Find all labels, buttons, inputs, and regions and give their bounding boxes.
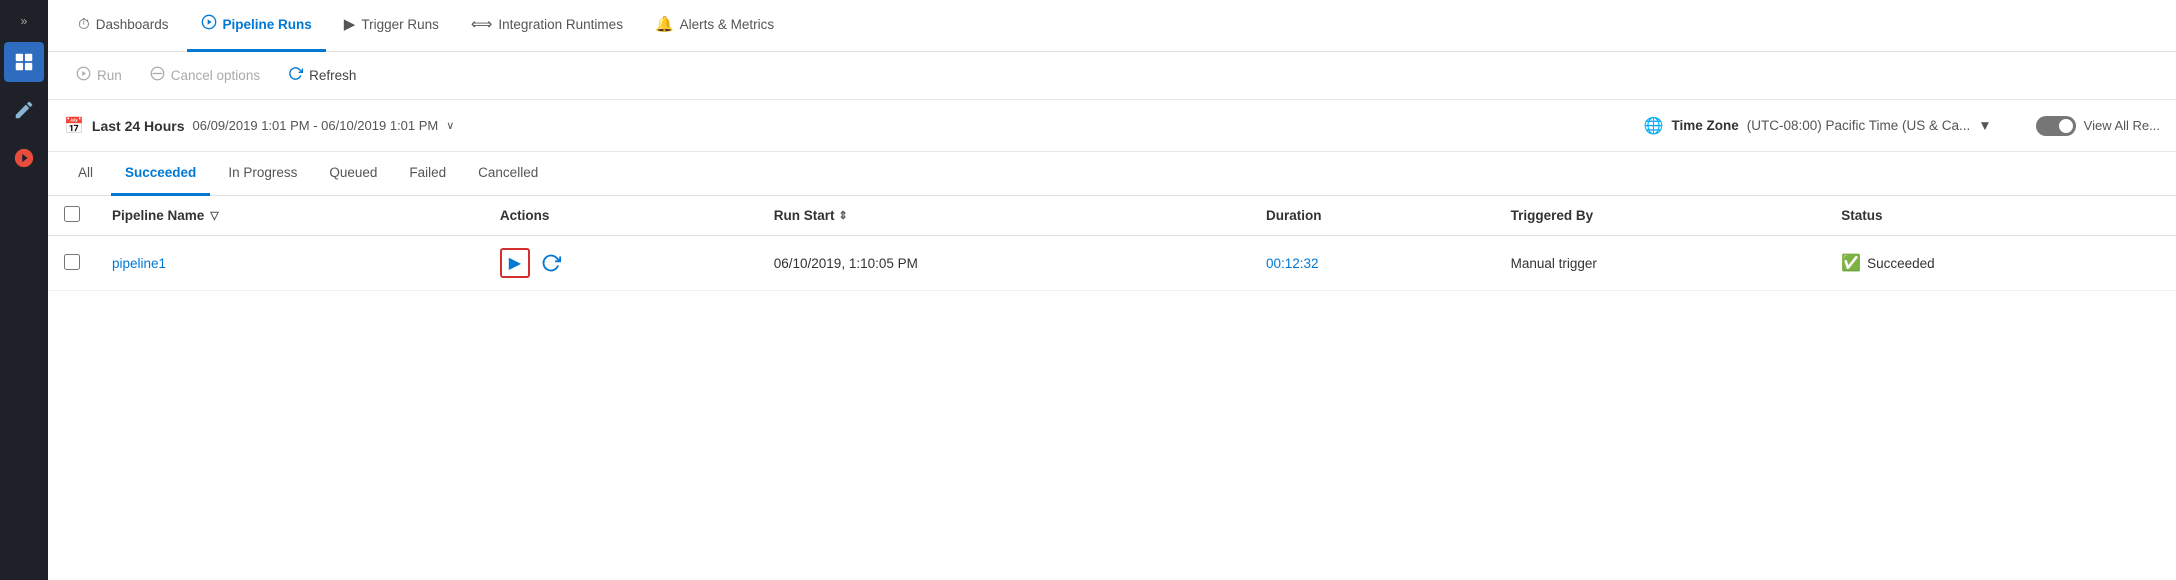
status-tabs: All Succeeded In Progress Queued Failed …: [48, 152, 2176, 196]
sidebar-item-dashboard[interactable]: [4, 42, 44, 82]
col-pipeline-name-label: Pipeline Name: [112, 208, 204, 223]
date-filter[interactable]: 📅 Last 24 Hours 06/09/2019 1:01 PM - 06/…: [64, 116, 454, 136]
col-actions: Actions: [484, 196, 758, 236]
cancel-icon: [150, 66, 165, 85]
tab-alerts-metrics[interactable]: 🔔 Alerts & Metrics: [641, 0, 788, 52]
toolbar: Run Cancel options Refresh: [48, 52, 2176, 100]
row-status-cell: ✅ Succeeded: [1825, 236, 2176, 291]
col-run-start: Run Start ⇕: [758, 196, 1250, 236]
run-pipeline-button[interactable]: ▶: [500, 248, 530, 278]
row-actions-cell: ▶: [484, 236, 758, 291]
integration-runtimes-icon: ⟺: [471, 15, 493, 33]
pipeline-name-filter-icon[interactable]: ▽: [210, 209, 218, 222]
main-content: ⏱ Dashboards Pipeline Runs ▶ Trigger Run…: [48, 0, 2176, 580]
view-all-label: View All Re...: [2084, 118, 2160, 133]
row-checkbox-cell: [48, 236, 96, 291]
status-tab-all[interactable]: All: [64, 152, 107, 196]
cancel-options-label: Cancel options: [171, 68, 260, 83]
col-actions-label: Actions: [500, 208, 550, 223]
row-run-start-cell: 06/10/2019, 1:10:05 PM: [758, 236, 1250, 291]
row-checkbox[interactable]: [64, 254, 80, 270]
refresh-button-label: Refresh: [309, 68, 356, 83]
status-container: ✅ Succeeded: [1841, 253, 2160, 273]
pipeline-name-link[interactable]: pipeline1: [112, 256, 166, 271]
date-filter-range: 06/09/2019 1:01 PM - 06/10/2019 1:01 PM: [193, 118, 439, 133]
globe-icon: 🌐: [1644, 116, 1664, 136]
run-icon: [76, 66, 91, 85]
row-duration-cell: 00:12:32: [1250, 236, 1495, 291]
status-tab-failed[interactable]: Failed: [395, 152, 460, 196]
refresh-icon: [288, 66, 303, 85]
run-start-value: 06/10/2019, 1:10:05 PM: [774, 256, 918, 271]
col-status-label: Status: [1841, 208, 1882, 223]
trigger-runs-icon: ▶: [344, 15, 356, 33]
timezone-chevron-icon: ▼: [1978, 118, 1991, 133]
actions-container: ▶: [500, 248, 742, 278]
table-row: pipeline1 ▶: [48, 236, 2176, 291]
select-all-header: [48, 196, 96, 236]
sidebar-item-edit[interactable]: [4, 90, 44, 130]
tab-integration-runtimes-label: Integration Runtimes: [498, 17, 623, 32]
timezone-filter[interactable]: 🌐 Time Zone (UTC-08:00) Pacific Time (US…: [1644, 116, 1992, 136]
col-duration: Duration: [1250, 196, 1495, 236]
pipeline-runs-table-container: Pipeline Name ▽ Actions Run Start ⇕: [48, 196, 2176, 580]
timezone-label: Time Zone: [1671, 118, 1738, 133]
toggle-switch[interactable]: [2036, 116, 2076, 136]
col-triggered-by-label: Triggered By: [1511, 208, 1594, 223]
status-tab-all-label: All: [78, 165, 93, 180]
col-duration-label: Duration: [1266, 208, 1322, 223]
duration-value: 00:12:32: [1266, 256, 1319, 271]
row-triggered-by-cell: Manual trigger: [1495, 236, 1826, 291]
rerun-icon: [541, 253, 561, 273]
pipeline-runs-icon: [201, 14, 217, 34]
status-tab-in-progress[interactable]: In Progress: [214, 152, 311, 196]
timezone-value: (UTC-08:00) Pacific Time (US & Ca...: [1747, 118, 1971, 133]
tab-dashboards[interactable]: ⏱ Dashboards: [64, 0, 183, 52]
alerts-metrics-icon: 🔔: [655, 15, 674, 33]
tab-pipeline-runs[interactable]: Pipeline Runs: [187, 0, 326, 52]
sidebar: »: [0, 0, 48, 580]
col-triggered-by: Triggered By: [1495, 196, 1826, 236]
refresh-button[interactable]: Refresh: [276, 60, 368, 91]
view-all-toggle[interactable]: View All Re...: [2036, 116, 2160, 136]
tab-integration-runtimes[interactable]: ⟺ Integration Runtimes: [457, 0, 637, 52]
tab-alerts-metrics-label: Alerts & Metrics: [680, 17, 775, 32]
status-tab-cancelled-label: Cancelled: [478, 165, 538, 180]
status-tab-cancelled[interactable]: Cancelled: [464, 152, 552, 196]
run-button-label: Run: [97, 68, 122, 83]
status-tab-queued-label: Queued: [329, 165, 377, 180]
tab-trigger-runs[interactable]: ▶ Trigger Runs: [330, 0, 453, 52]
status-tab-succeeded[interactable]: Succeeded: [111, 152, 210, 196]
col-run-start-label: Run Start: [774, 208, 835, 223]
col-status: Status: [1825, 196, 2176, 236]
sidebar-item-trigger[interactable]: [4, 138, 44, 178]
status-tab-in-progress-label: In Progress: [228, 165, 297, 180]
table-header-row: Pipeline Name ▽ Actions Run Start ⇕: [48, 196, 2176, 236]
sidebar-collapse-btn[interactable]: »: [21, 8, 28, 34]
tab-pipeline-runs-label: Pipeline Runs: [223, 17, 312, 32]
run-button[interactable]: Run: [64, 60, 134, 91]
status-value: Succeeded: [1867, 256, 1935, 271]
dashboards-icon: ⏱: [78, 16, 90, 33]
col-pipeline-name: Pipeline Name ▽: [96, 196, 484, 236]
status-success-icon: ✅: [1841, 253, 1861, 273]
tab-trigger-runs-label: Trigger Runs: [361, 17, 439, 32]
date-filter-label: Last 24 Hours: [92, 118, 185, 134]
row-pipeline-name-cell: pipeline1: [96, 236, 484, 291]
triggered-by-value: Manual trigger: [1511, 256, 1597, 271]
run-start-sort-icon[interactable]: ⇕: [839, 209, 848, 222]
status-tab-succeeded-label: Succeeded: [125, 165, 196, 180]
status-tab-queued[interactable]: Queued: [315, 152, 391, 196]
calendar-icon: 📅: [64, 116, 84, 136]
filter-bar: 📅 Last 24 Hours 06/09/2019 1:01 PM - 06/…: [48, 100, 2176, 152]
cancel-options-button[interactable]: Cancel options: [138, 60, 272, 91]
run-pipeline-icon: ▶: [509, 253, 521, 273]
nav-tabs: ⏱ Dashboards Pipeline Runs ▶ Trigger Run…: [48, 0, 2176, 52]
select-all-checkbox[interactable]: [64, 206, 80, 222]
tab-dashboards-label: Dashboards: [96, 17, 169, 32]
pipeline-runs-table: Pipeline Name ▽ Actions Run Start ⇕: [48, 196, 2176, 291]
rerun-pipeline-button[interactable]: [536, 248, 566, 278]
date-chevron-icon: ∨: [446, 119, 454, 132]
status-tab-failed-label: Failed: [409, 165, 446, 180]
